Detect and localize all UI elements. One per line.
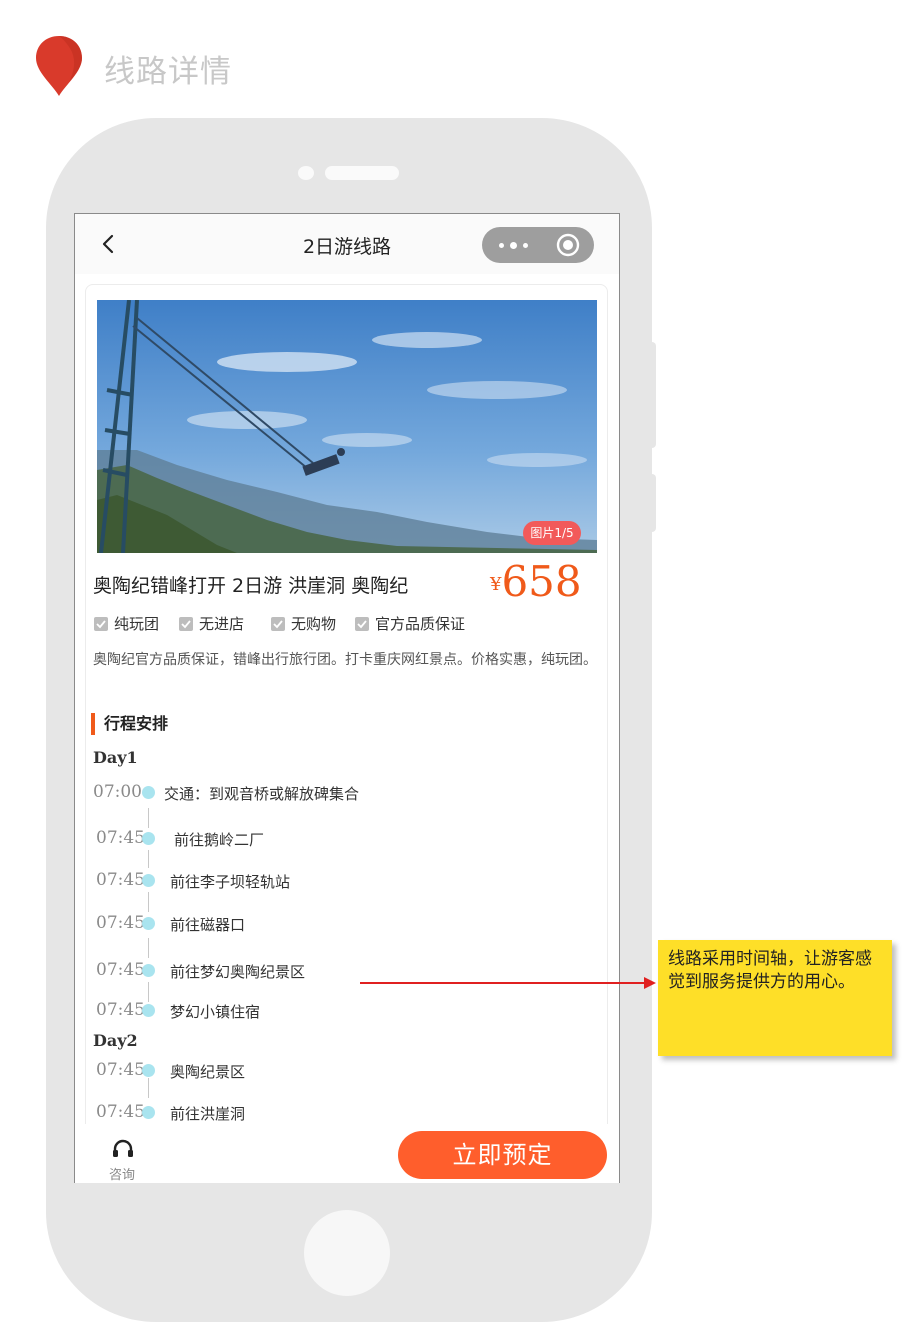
tag-label: 无进店 <box>199 615 245 633</box>
timeline-connector <box>148 938 149 958</box>
route-photo[interactable] <box>97 300 597 553</box>
timeline-time: 07:45 <box>96 960 145 980</box>
phone-screen: 2日游线路 图片1/5 奥陶纪错峰打开 2日游 洪崖洞 奥陶纪 ¥658 纯玩团… <box>74 213 620 1183</box>
timeline-item: 前往梦幻奥陶纪景区 <box>170 963 306 981</box>
timeline-item: 前往鹅岭二厂 <box>174 831 265 849</box>
timeline-dot <box>142 1106 155 1119</box>
tag-pure-tour: 纯玩团 <box>94 613 159 634</box>
phone-speaker <box>325 166 399 180</box>
location-pin-icon <box>36 36 82 96</box>
book-now-button[interactable]: 立即预定 <box>398 1131 607 1179</box>
timeline-item: 梦幻小镇住宿 <box>170 1003 261 1021</box>
annotation-arrow <box>360 977 656 989</box>
annotation-note: 线路采用时间轴，让游客感觉到服务提供方的用心。 <box>658 940 892 1056</box>
timeline-dot <box>142 917 155 930</box>
timeline-time: 07:00 <box>93 782 142 802</box>
more-dots-icon[interactable] <box>499 242 534 262</box>
timeline-dot <box>142 964 155 977</box>
timeline-connector <box>148 892 149 912</box>
tag-no-store: 无进店 <box>179 613 244 634</box>
phone-side-button <box>646 474 656 532</box>
route-title: 奥陶纪错峰打开 2日游 洪崖洞 奥陶纪 <box>93 575 409 597</box>
timeline-item: 前往磁器口 <box>170 916 246 934</box>
tag-quality-guarantee: 官方品质保证 <box>355 613 465 634</box>
timeline-dot <box>142 1004 155 1017</box>
timeline-time: 07:45 <box>96 913 145 933</box>
timeline-dot <box>142 786 155 799</box>
phone-camera <box>298 166 314 180</box>
timeline-time: 07:45 <box>96 1102 145 1122</box>
price-currency: ¥ <box>490 574 502 595</box>
price-value: 658 <box>501 557 582 606</box>
mini-program-capsule <box>482 227 594 263</box>
phone-side-button <box>646 342 656 448</box>
timeline-connector <box>148 808 149 828</box>
timeline-item: 前往洪崖洞 <box>170 1105 246 1123</box>
day-label: Day2 <box>93 1031 138 1050</box>
day-label: Day1 <box>93 748 138 767</box>
tag-label: 官方品质保证 <box>375 615 466 633</box>
checkbox-icon <box>355 617 369 631</box>
section-title-itinerary: 行程安排 <box>91 713 168 735</box>
tag-label: 无购物 <box>291 615 337 633</box>
checkbox-icon <box>271 617 285 631</box>
bottom-action-bar: 咨询 立即预定 <box>75 1124 619 1183</box>
timeline-time: 07:45 <box>96 870 145 890</box>
price: ¥658 <box>490 557 582 606</box>
timeline-time: 07:45 <box>96 1060 145 1080</box>
checkbox-icon <box>94 617 108 631</box>
timeline-time: 07:45 <box>96 1000 145 1020</box>
timeline-item: 奥陶纪景区 <box>170 1063 246 1081</box>
route-description: 奥陶纪官方品质保证，错峰出行旅行团。打卡重庆网红景点。价格实惠，纯玩团。 <box>93 652 597 668</box>
headphones-icon[interactable] <box>111 1138 135 1158</box>
tag-label: 纯玩团 <box>114 615 160 633</box>
timeline-item: 前往李子坝轻轨站 <box>170 873 291 891</box>
page-label: 线路详情 <box>104 54 232 90</box>
nav-bar: 2日游线路 <box>75 214 619 274</box>
timeline-connector <box>148 850 149 868</box>
timeline-dot <box>142 1064 155 1077</box>
target-circle-icon[interactable] <box>556 233 580 257</box>
timeline-connector <box>148 1078 149 1098</box>
checkbox-icon <box>179 617 193 631</box>
tag-no-shopping: 无购物 <box>271 613 336 634</box>
timeline-dot <box>142 832 155 845</box>
timeline-time: 07:45 <box>96 828 145 848</box>
timeline-connector <box>148 982 149 1002</box>
timeline-item: 交通：到观音桥或解放碑集合 <box>164 785 360 803</box>
consult-label[interactable]: 咨询 <box>109 1164 135 1183</box>
phone-home-button[interactable] <box>304 1210 390 1296</box>
photo-counter-badge: 图片1/5 <box>523 521 581 545</box>
timeline-dot <box>142 874 155 887</box>
